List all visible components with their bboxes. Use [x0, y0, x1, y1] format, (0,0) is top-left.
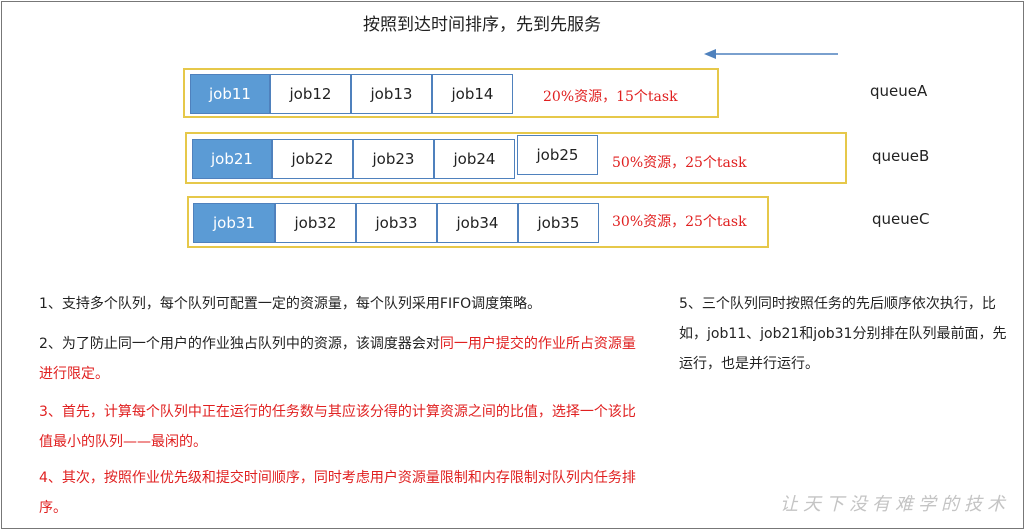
queue-c-box: job31 job32 job33 job34 job35 30%资源，25个t…	[187, 196, 769, 248]
note-1: 1、支持多个队列，每个队列可配置一定的资源量，每个队列采用FIFO调度策略。	[39, 296, 542, 312]
job-cell: job14	[432, 74, 513, 114]
note-3: 3、首先，计算每个队列中正在运行的任务数与其应该分得的计算资源之间的比值，选择一…	[39, 404, 636, 450]
diagram-frame: 按照到达时间排序，先到先服务 job11 job12 job13 job14 2…	[1, 1, 1024, 529]
diagram-title: 按照到达时间排序，先到先服务	[363, 15, 601, 35]
queue-share-label: 20%资源，15个task	[543, 89, 678, 105]
note-5: 5、三个队列同时按照任务的先后顺序依次执行，比如，job11、job21和job…	[679, 296, 1007, 372]
watermark-text: 让天下没有难学的技术	[780, 494, 1010, 515]
job-cell: job33	[356, 203, 437, 243]
left-arrow-icon	[704, 49, 838, 59]
note-4: 4、其次，按照作业优先级和提交时间顺序，同时考虑用户资源量限制和内存限制对队列内…	[39, 470, 636, 516]
job-cell: job21	[192, 139, 272, 179]
note-2: 2、为了防止同一个用户的作业独占队列中的资源，该调度器会对同一用户提交的作业所占…	[39, 329, 637, 389]
job-cell: job35	[518, 203, 599, 243]
job-cell: job31	[193, 203, 275, 243]
job-cell: job34	[437, 203, 518, 243]
queue-a-box: job11 job12 job13 job14 20%资源，15个task	[183, 68, 719, 118]
queue-b-box: job21 job22 job23 job24 job25 50%资源，25个t…	[185, 132, 847, 184]
note-2-text: 2、为了防止同一个用户的作业独占队列中的资源，该调度器会对	[39, 336, 440, 352]
job-cell: job12	[270, 74, 351, 114]
queue-name: queueC	[872, 210, 930, 228]
queue-name: queueB	[872, 147, 930, 165]
queue-share-label: 50%资源，25个task	[612, 155, 747, 171]
job-cell: job11	[190, 74, 270, 114]
queue-share-label: 30%资源，25个task	[612, 214, 747, 230]
job-cell: job22	[272, 139, 353, 179]
job-cell: job32	[275, 203, 356, 243]
job-cell: job13	[351, 74, 432, 114]
job-cell: job23	[353, 139, 434, 179]
job-cell: job25	[517, 135, 598, 175]
queue-name: queueA	[870, 82, 928, 100]
job-cell: job24	[434, 139, 515, 179]
